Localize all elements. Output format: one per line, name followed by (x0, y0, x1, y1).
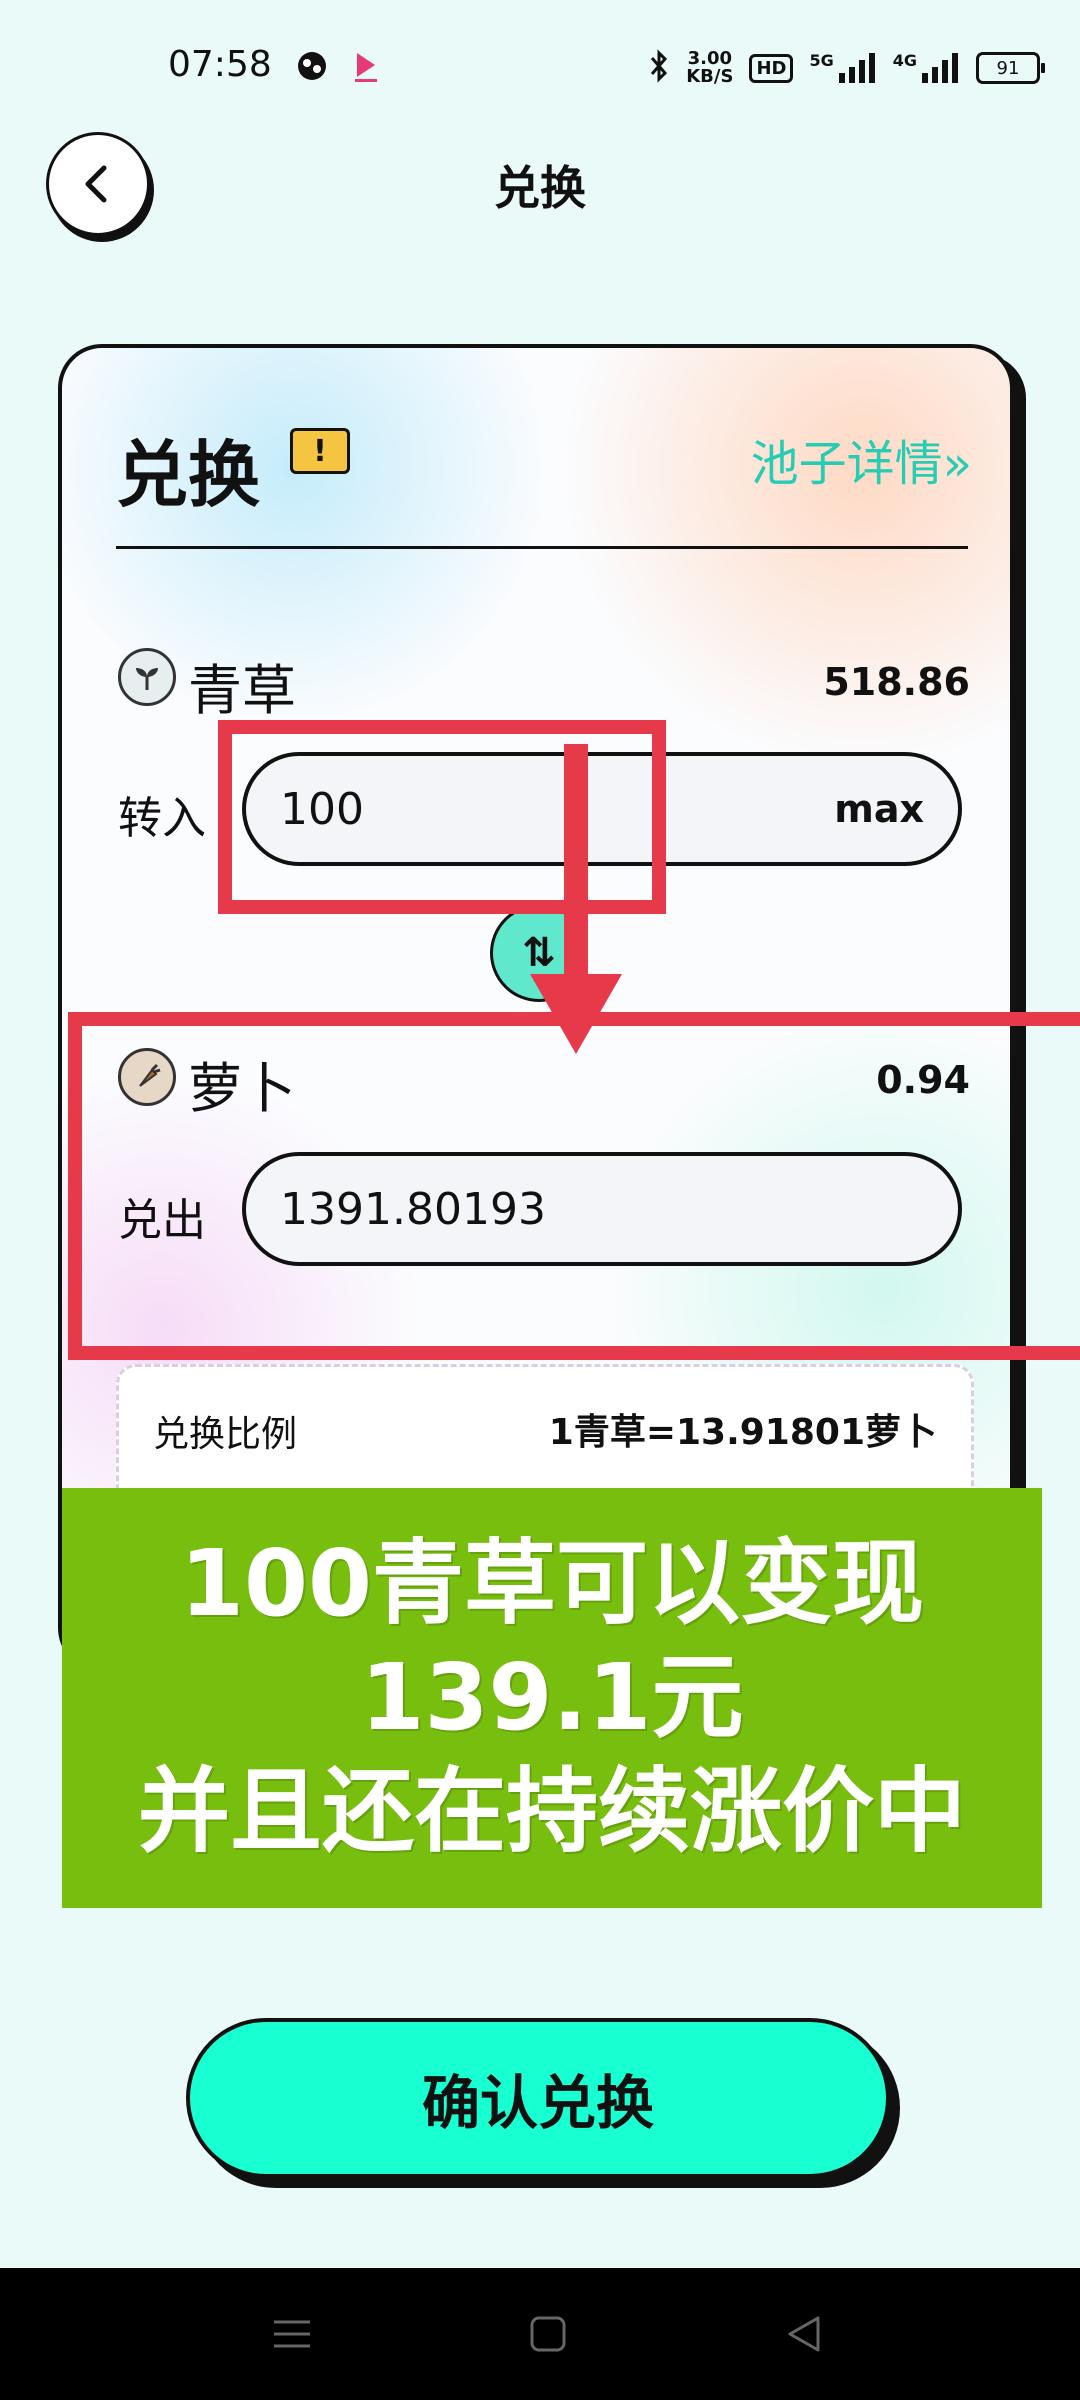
promo-line-1: 100青草可以变现 (179, 1530, 925, 1637)
back-nav-icon[interactable] (772, 2302, 836, 2366)
signal-5g-icon: 5G (809, 51, 876, 85)
net-speed-unit: KB/S (686, 66, 734, 87)
rate-label: 兑换比例 (153, 1414, 298, 1455)
grass-token-icon (118, 648, 176, 706)
signal-5g-label: 5G (809, 51, 834, 70)
youku-icon (346, 46, 386, 86)
promo-banner: 100青草可以变现 139.1元 并且还在持续涨价中 (62, 1488, 1042, 1908)
highlight-frame-output (68, 1012, 1080, 1360)
max-button[interactable]: max (834, 787, 924, 831)
from-token-name: 青草 (188, 659, 296, 722)
app-notification-icon (292, 46, 332, 86)
status-indicators: 3.00 KB/S HD 5G 4G 91 (648, 48, 1045, 88)
card-title: 兑换 (116, 433, 261, 517)
battery-icon: 91 (976, 52, 1045, 84)
red-arrow-down-icon (530, 744, 622, 1060)
bluetooth-icon (648, 49, 670, 87)
card-divider (116, 546, 968, 549)
warning-icon[interactable]: ! (290, 428, 350, 474)
confirm-exchange-button[interactable]: 确认兑换 (186, 2018, 890, 2178)
signal-4g-icon: 4G (893, 51, 960, 85)
net-speed: 3.00 KB/S (686, 50, 733, 86)
promo-line-2: 139.1元 (360, 1644, 744, 1751)
system-nav-bar (0, 2268, 1080, 2400)
from-token-balance: 518.86 (823, 660, 970, 704)
battery-level: 91 (996, 57, 1020, 79)
signal-4g-label: 4G (892, 51, 917, 70)
rate-value: 1青草=13.91801萝卜 (548, 1412, 937, 1453)
promo-line-3: 并且还在持续涨价中 (137, 1758, 966, 1865)
menu-icon[interactable] (260, 2302, 324, 2366)
status-time: 07:58 (168, 44, 272, 85)
pool-details-link[interactable]: 池子详情» (751, 424, 972, 494)
input-label: 转入 (118, 793, 206, 844)
page-title: 兑换 (494, 161, 586, 215)
hd-badge: HD (749, 53, 794, 83)
home-icon[interactable] (516, 2302, 580, 2366)
